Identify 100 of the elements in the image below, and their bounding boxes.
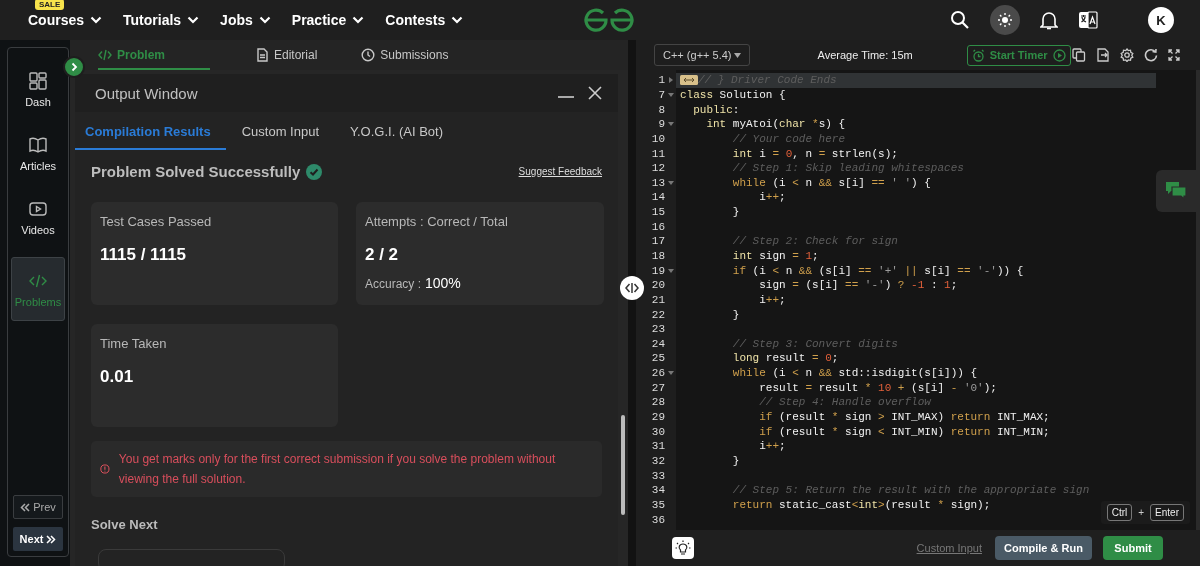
code-line: result = result * 10 + (s[i] - '0'); <box>758 381 997 394</box>
card-value: 2 / 2 <box>365 245 399 265</box>
logo-icon[interactable] <box>583 7 635 33</box>
line-number: 8 <box>658 103 665 116</box>
line-number: 15 <box>651 206 665 219</box>
line-number: 14 <box>651 191 665 204</box>
bell-icon[interactable] <box>1040 10 1058 30</box>
fold-arrow-icon[interactable] <box>667 266 674 275</box>
code-line: if (result * sign > INT_MAX) return INT_MAX; <box>758 411 1050 424</box>
sidebar-item[interactable]: Articles <box>12 129 64 177</box>
status-message: Problem Solved Successfully <box>91 163 301 180</box>
fold-arrow-icon[interactable] <box>667 90 674 99</box>
refresh-icon[interactable] <box>1144 48 1158 62</box>
code-line: // Your code here <box>731 132 846 145</box>
start-timer-button[interactable]: Start Timer <box>966 44 1071 66</box>
code-line: // Step 1: Skip leading whitespaces <box>731 162 964 175</box>
code-line: i++; <box>758 440 786 453</box>
card-label: Attempts : Correct / Total <box>365 214 508 229</box>
sidebar-item[interactable]: Dash <box>12 65 64 113</box>
grid-icon <box>28 70 48 91</box>
code-line: } <box>731 206 740 219</box>
chevron-icon <box>352 16 365 24</box>
import-icon[interactable] <box>1096 48 1110 62</box>
feedback-link[interactable]: Suggest Feedback <box>518 166 602 177</box>
double-chevron-icon <box>46 534 57 544</box>
caret-icon <box>733 52 741 58</box>
code-line: // Step 2: Check for sign <box>731 235 898 248</box>
line-number: 7 <box>658 88 665 101</box>
fold-arrow-icon[interactable] <box>667 76 674 85</box>
language-dropdown[interactable]: C++ (g++ 5.4) <box>654 44 750 66</box>
line-number: 17 <box>651 235 665 248</box>
window-title: Output Window <box>95 84 198 102</box>
plus-sign: + <box>1138 507 1145 518</box>
tab[interactable]: Compilation Results <box>75 112 226 150</box>
fold-arrow-icon[interactable] <box>667 178 674 187</box>
translate-icon[interactable] <box>1078 10 1098 30</box>
folded-code-icon[interactable] <box>680 75 698 86</box>
line-number: 18 <box>651 250 665 262</box>
avatar[interactable]: K <box>1148 7 1174 33</box>
line-number: 16 <box>651 220 665 233</box>
info-icon <box>100 463 110 475</box>
close-icon[interactable] <box>588 86 602 100</box>
line-number: 1 <box>658 74 665 87</box>
line-number: 19 <box>651 264 665 277</box>
code-line: int i = 0, n = strlen(s); <box>731 147 898 160</box>
fullscreen-icon[interactable] <box>1168 49 1180 61</box>
clock-icon <box>361 48 376 62</box>
code-line: sign = (s[i] == '-') ? -1 : 1; <box>758 279 958 292</box>
lightbulb-icon <box>675 540 691 556</box>
nav-menu-item[interactable]: Contests <box>385 12 464 28</box>
settings-icon[interactable] <box>1120 48 1134 62</box>
line-number: 23 <box>651 323 665 336</box>
code-line: int myAtoi(char *s) { <box>705 118 846 131</box>
line-number: 29 <box>651 411 665 424</box>
scrollbar[interactable] <box>621 415 625 515</box>
section-heading: Solve Next <box>91 517 158 532</box>
compile-run-button[interactable]: Compile & Run <box>995 536 1092 560</box>
line-number: 28 <box>651 396 665 409</box>
submit-button[interactable]: Submit <box>1103 536 1163 560</box>
code-line: long result = 0; <box>731 352 839 365</box>
search-icon[interactable] <box>950 10 970 30</box>
code-line: return static_cast<int>(result * sign); <box>731 498 991 511</box>
line-number: 11 <box>651 147 665 160</box>
line-number: 24 <box>651 337 665 350</box>
play-icon <box>1052 48 1066 62</box>
nav-menu-item[interactable]: Practice <box>291 12 365 28</box>
custom-input-link[interactable]: Custom Input <box>916 542 982 554</box>
document-icon <box>255 48 269 62</box>
next-button[interactable]: Next <box>13 527 63 551</box>
tab[interactable]: Editorial <box>255 40 362 70</box>
card-label: Time Taken <box>100 336 167 351</box>
chevron-icon <box>69 62 79 72</box>
tab[interactable]: Custom Input <box>226 112 334 150</box>
code-line: // Step 4: Handle overflow <box>758 396 931 409</box>
warning-text: You get marks only for the first correct submission if you solve the problem without viewing the full solution. <box>118 451 557 488</box>
code-line: i++; <box>758 293 786 306</box>
prev-button[interactable]: Prev <box>13 495 63 519</box>
line-number: 31 <box>651 440 665 453</box>
nav-menu-item[interactable]: Jobs <box>220 12 271 28</box>
theme-toggle[interactable] <box>990 5 1020 35</box>
sidebar-item[interactable]: Videos <box>12 193 64 241</box>
code-line: if (result * sign < INT_MIN) return INT_MIN; <box>758 425 1050 438</box>
code-line: // Step 3: Convert digits <box>731 337 898 350</box>
hint-button[interactable] <box>672 537 694 559</box>
tab[interactable]: Y.O.G.I. (AI Bot) <box>335 112 458 150</box>
line-number: 27 <box>651 381 665 394</box>
line-number: 26 <box>651 367 665 380</box>
chevron-icon <box>90 16 103 24</box>
line-number: 36 <box>651 513 665 526</box>
tab[interactable]: Submissions <box>361 40 493 70</box>
nav-menu-item[interactable]: Tutorials <box>123 12 200 28</box>
tab[interactable]: Problem <box>98 40 210 70</box>
sun-icon <box>997 12 1013 28</box>
copy-icon[interactable] <box>1072 48 1086 62</box>
chat-button[interactable] <box>1156 170 1196 212</box>
code-line: } <box>731 308 740 321</box>
card-value: 0.01 <box>100 367 134 387</box>
code-line: i++; <box>758 191 786 204</box>
line-number: 34 <box>651 484 665 497</box>
code-line: while (i < n && std::isdigit(s[i])) { <box>731 367 978 380</box>
